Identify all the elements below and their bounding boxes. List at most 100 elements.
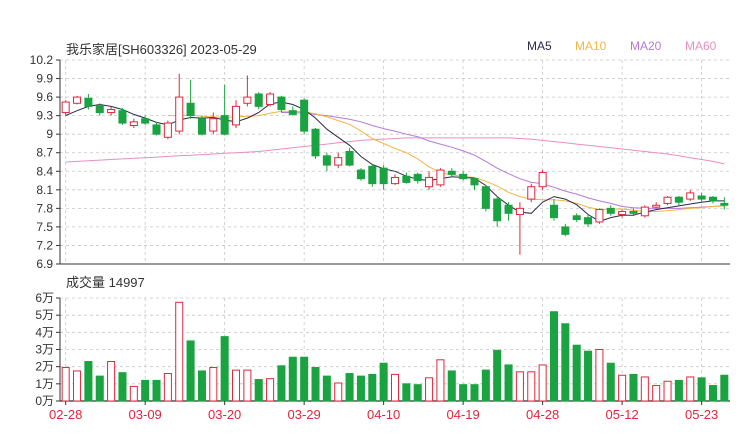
candle-down (288, 106, 297, 116)
volume-bar (95, 375, 104, 402)
volume-bar (595, 349, 604, 402)
candle-down (674, 196, 683, 206)
volume-bar (186, 340, 195, 402)
candle-body (686, 192, 695, 200)
candle-down (186, 79, 195, 119)
volume-bar (708, 385, 717, 402)
candle-body (481, 186, 490, 209)
volume-bar (493, 349, 502, 402)
volume-bar (311, 367, 320, 402)
volume-bar (345, 373, 354, 402)
volume-bar (629, 373, 638, 402)
candle-body (73, 96, 82, 104)
volume-bar (266, 378, 275, 402)
candle-up (243, 75, 252, 107)
volume-bar (73, 370, 82, 402)
candle-body (527, 186, 536, 200)
volume-bar (425, 377, 434, 402)
x-tick-label: 02-28 (49, 407, 82, 422)
candle-up (538, 170, 547, 190)
volume-bars (61, 301, 729, 402)
ma10-line (167, 110, 725, 212)
candle-up (515, 202, 524, 255)
price-y-tick-label: 9.6 (36, 90, 53, 104)
price-y-tick-label: 9.3 (36, 109, 53, 123)
candle-body (300, 99, 309, 132)
candle-down (606, 205, 615, 216)
volume-bar (254, 379, 263, 402)
volume-bar (697, 377, 706, 402)
candle-down (379, 165, 388, 190)
candle-down (720, 197, 729, 210)
candle-body (231, 105, 241, 126)
volume-bar (61, 367, 70, 402)
candle-up (640, 205, 649, 218)
candle-body (674, 196, 683, 203)
volume-bar (390, 373, 400, 402)
candle-body (84, 97, 93, 107)
price-y-tick-label: 7.8 (36, 201, 53, 215)
price-y-tick-label: 8.4 (36, 164, 53, 178)
candle-up (663, 196, 672, 206)
volume-y-tick-label: 2万 (35, 360, 54, 374)
candle-body (129, 121, 138, 127)
candlesticks (61, 73, 729, 255)
volume-bar (197, 370, 206, 402)
candle-down (356, 168, 365, 181)
volume-bar (538, 364, 547, 402)
candle-down (561, 223, 570, 237)
candle-down (277, 95, 286, 113)
candle-body (697, 195, 706, 200)
volume-bar (561, 323, 570, 402)
candle-up (390, 174, 400, 185)
candle-up (163, 120, 172, 140)
candle-body (197, 118, 206, 135)
price-y-axis: 10.2 9.9 9.6 9.3 9 8.7 8.4 8.1 7.8 7.5 7.2 6.9 (30, 53, 730, 271)
candle-body (254, 93, 263, 107)
candle-body (708, 196, 717, 202)
volume-bar (481, 369, 490, 402)
volume-y-tick-label: 4万 (35, 325, 54, 339)
candle-down (708, 196, 717, 204)
candle-down (481, 184, 490, 212)
candle-down (300, 98, 309, 135)
volume-bar (334, 382, 343, 402)
volume-bar (606, 362, 615, 402)
candle-body (288, 110, 297, 115)
candle-down (311, 128, 320, 159)
x-tick-label: 05-12 (605, 407, 638, 422)
candle-body (606, 207, 615, 214)
candle-body (549, 204, 559, 219)
candle-body (334, 157, 343, 166)
candle-body (493, 198, 502, 222)
volume-bar (436, 359, 445, 402)
volume-bar (163, 373, 172, 402)
candle-body (141, 118, 150, 124)
x-tick-label: 05-23 (685, 407, 718, 422)
candle-body (413, 173, 422, 182)
volume-bar (527, 371, 536, 402)
candle-body (186, 102, 195, 117)
price-y-tick-label: 8.1 (36, 183, 53, 197)
volume-y-tick-label: 6万 (35, 291, 54, 305)
candle-up (595, 208, 604, 224)
candle-body (379, 167, 388, 185)
price-y-tick-label: 9.9 (36, 72, 53, 86)
candle-body (470, 178, 479, 186)
candle-down (402, 172, 411, 184)
candle-up (175, 73, 184, 135)
candle-body (436, 169, 445, 186)
candle-body (390, 176, 400, 185)
candle-body (652, 204, 661, 208)
price-y-tick-label: 8.7 (36, 146, 53, 160)
volume-bar (459, 384, 468, 402)
candle-down (118, 108, 127, 125)
candle-body (720, 202, 729, 206)
stock-chart-panel: 我乐家居[SH603326] 2023-05-29 MA5 MA10 MA20 … (0, 0, 740, 440)
volume-bar (720, 374, 729, 402)
volume-bar (300, 356, 309, 402)
candle-up (686, 189, 695, 201)
volume-bar (413, 384, 422, 402)
candle-body (618, 210, 627, 216)
candle-down (629, 208, 638, 215)
